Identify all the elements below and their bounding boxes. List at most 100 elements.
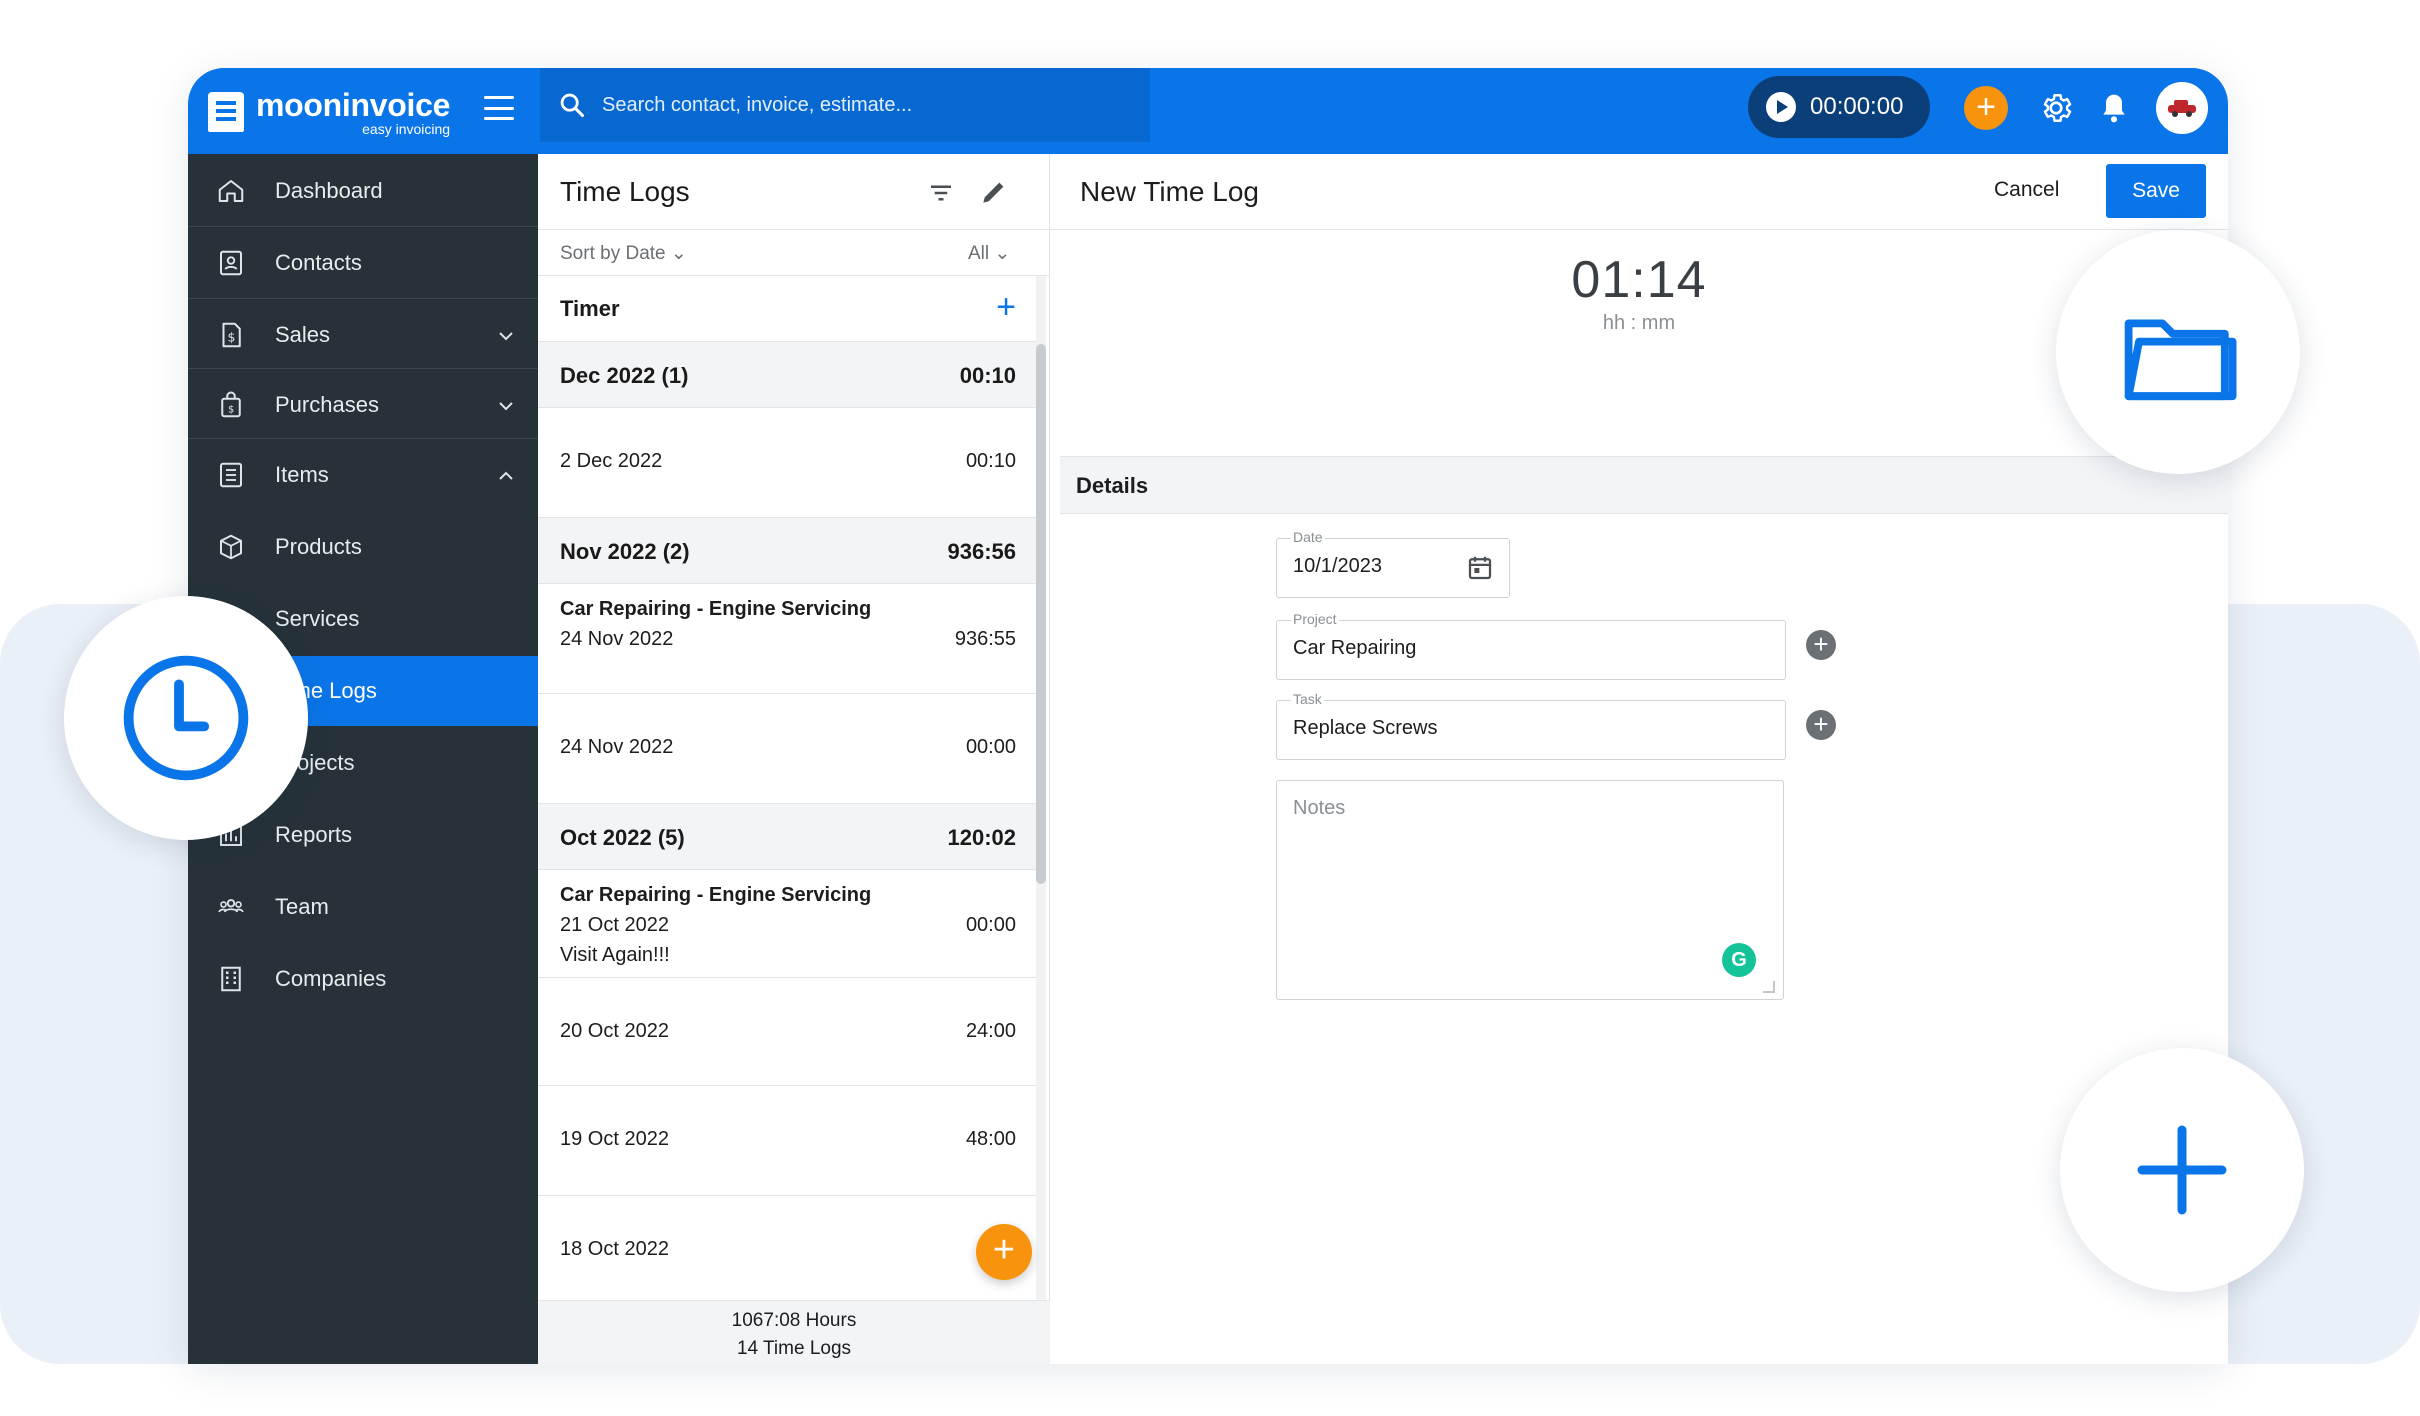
date-field[interactable]: Date (1276, 529, 1510, 598)
field-label: Task (1291, 691, 1324, 707)
sidebar-item-dashboard[interactable]: Dashboard (188, 156, 538, 226)
calendar-icon[interactable] (1465, 553, 1495, 583)
sidebar-item-team[interactable]: Team (188, 872, 538, 942)
entry-date: 24 Nov 2022 (560, 628, 674, 650)
dollar-doc-icon: $ (222, 322, 241, 348)
list-footer: 1067:08 Hours 14 Time Logs (538, 1300, 1050, 1364)
box-icon (220, 534, 242, 560)
list-header: Time Logs (538, 154, 1050, 230)
cancel-button[interactable]: Cancel (1994, 178, 2059, 202)
field-label: Date (1291, 529, 1325, 545)
entry-date: 20 Oct 2022 (560, 1020, 669, 1042)
duration-unit: hh : mm (1602, 312, 1676, 334)
group-total: 00:10 (959, 363, 1016, 388)
list-item[interactable]: Car Repairing - Engine Servicing 24 Nov … (538, 584, 1038, 694)
add-timer-icon[interactable]: + (996, 288, 1016, 327)
chevron-down-icon: ⌄ (994, 243, 1011, 264)
entry-value: 00:00 (965, 736, 1016, 758)
sort-dropdown[interactable]: Sort by Date ⌄ (560, 242, 687, 265)
grammarly-icon[interactable]: G (1722, 943, 1756, 977)
list-item[interactable]: 24 Nov 2022 00:00 (538, 694, 1038, 804)
notes-textarea[interactable] (1293, 797, 1733, 977)
total-count: 14 Time Logs (736, 1338, 852, 1359)
invoice-logo-icon (208, 92, 244, 132)
app-window: mooninvoice easy invoicing 00:00:00 + Da… (188, 68, 2228, 1364)
form-title: New Time Log (1080, 176, 1259, 207)
task-field[interactable]: Task (1276, 691, 1786, 760)
task-input[interactable] (1293, 717, 1723, 740)
list-item[interactable]: 2 Dec 2022 00:10 (538, 408, 1038, 518)
group-total: 120:02 (947, 825, 1016, 850)
filter-icon[interactable] (926, 178, 956, 208)
entry-date: 24 Nov 2022 (560, 736, 674, 758)
notes-field[interactable]: G (1276, 780, 1784, 1000)
group-label: Nov 2022 (2) (560, 539, 690, 564)
timer-label: Timer (560, 296, 620, 321)
add-task-icon[interactable]: + (1806, 710, 1836, 740)
chevron-down-icon: ⌄ (670, 243, 687, 264)
project-input[interactable] (1293, 637, 1723, 660)
quick-add-button[interactable]: + (1964, 86, 2008, 130)
clock-badge (64, 596, 308, 840)
timer-value: 00:00:00 (1810, 93, 1904, 120)
entry-value: 936:55 (954, 628, 1016, 650)
sidebar-item-sales[interactable]: $ Sales (188, 300, 538, 370)
clock-icon (123, 655, 249, 781)
timer-button[interactable]: 00:00:00 (1748, 76, 1930, 138)
menu-icon[interactable] (484, 96, 514, 120)
sidebar-item-companies[interactable]: Companies (188, 944, 538, 1014)
group-label: Dec 2022 (1) (560, 363, 689, 388)
building-icon (221, 966, 241, 992)
add-project-icon[interactable]: + (1806, 630, 1836, 660)
sidebar-item-products[interactable]: Products (188, 512, 538, 582)
chevron-down-icon (499, 332, 513, 341)
gear-icon[interactable] (2038, 90, 2074, 126)
svg-text:$: $ (228, 405, 234, 416)
bell-icon[interactable] (2098, 90, 2130, 126)
search-input[interactable] (602, 93, 1122, 117)
time-log-form: New Time Log Cancel Save 01:14 hh : mm D… (1050, 154, 2228, 1364)
divider (188, 298, 538, 299)
brand-name: mooninvoice (256, 86, 451, 123)
svg-text:$: $ (228, 329, 236, 344)
sidebar-item-contacts[interactable]: Contacts (188, 228, 538, 298)
entry-value: 48:00 (965, 1128, 1016, 1150)
save-button[interactable]: Save (2106, 164, 2206, 218)
resize-handle-icon[interactable] (1763, 981, 1775, 993)
section-label: Details (1076, 473, 1149, 498)
list-item[interactable]: 18 Oct 2022 2 (538, 1196, 1038, 1300)
form-header: New Time Log Cancel Save (1050, 154, 2228, 230)
sidebar-item-label: Sales (275, 322, 331, 347)
sidebar-item-purchases[interactable]: $ Purchases (188, 370, 538, 440)
filter-dropdown[interactable]: All ⌄ (968, 242, 1010, 265)
add-time-log-button[interactable]: + (976, 1224, 1032, 1280)
duration-value[interactable]: 01:14 (1050, 250, 2228, 310)
plus-badge (2060, 1048, 2304, 1292)
search-icon (560, 93, 585, 118)
pencil-icon[interactable] (978, 176, 1010, 208)
list-item[interactable]: 19 Oct 2022 48:00 (538, 1086, 1038, 1196)
list-item[interactable]: 20 Oct 2022 24:00 (538, 978, 1038, 1086)
list-icon (220, 462, 242, 488)
company-logo-icon (2168, 100, 2196, 117)
sidebar-item-label: Companies (275, 966, 387, 991)
sidebar-item-label: Reports (275, 822, 353, 847)
sidebar-item-label: Team (275, 894, 329, 919)
chevron-up-icon (499, 471, 513, 480)
play-icon (1766, 92, 1796, 122)
list-item[interactable]: Car Repairing - Engine Servicing 21 Oct … (538, 870, 1038, 978)
scrollbar-thumb[interactable] (1036, 344, 1046, 884)
sidebar-item-items[interactable]: Items (188, 440, 538, 510)
brand-logo[interactable]: mooninvoice easy invoicing (208, 84, 450, 140)
group-header: Dec 2022 (1) 00:10 (538, 342, 1038, 408)
timer-row[interactable]: Timer + (538, 276, 1038, 342)
folder-badge (2056, 230, 2300, 474)
entry-title: Car Repairing - Engine Servicing (560, 598, 872, 620)
date-input[interactable] (1293, 555, 1453, 578)
avatar[interactable] (2156, 82, 2208, 134)
group-total: 936:56 (947, 539, 1016, 564)
sidebar-item-label: Contacts (275, 250, 362, 275)
search-bar (540, 68, 1150, 142)
project-field[interactable]: Project (1276, 611, 1786, 680)
folder-icon (2124, 319, 2237, 401)
